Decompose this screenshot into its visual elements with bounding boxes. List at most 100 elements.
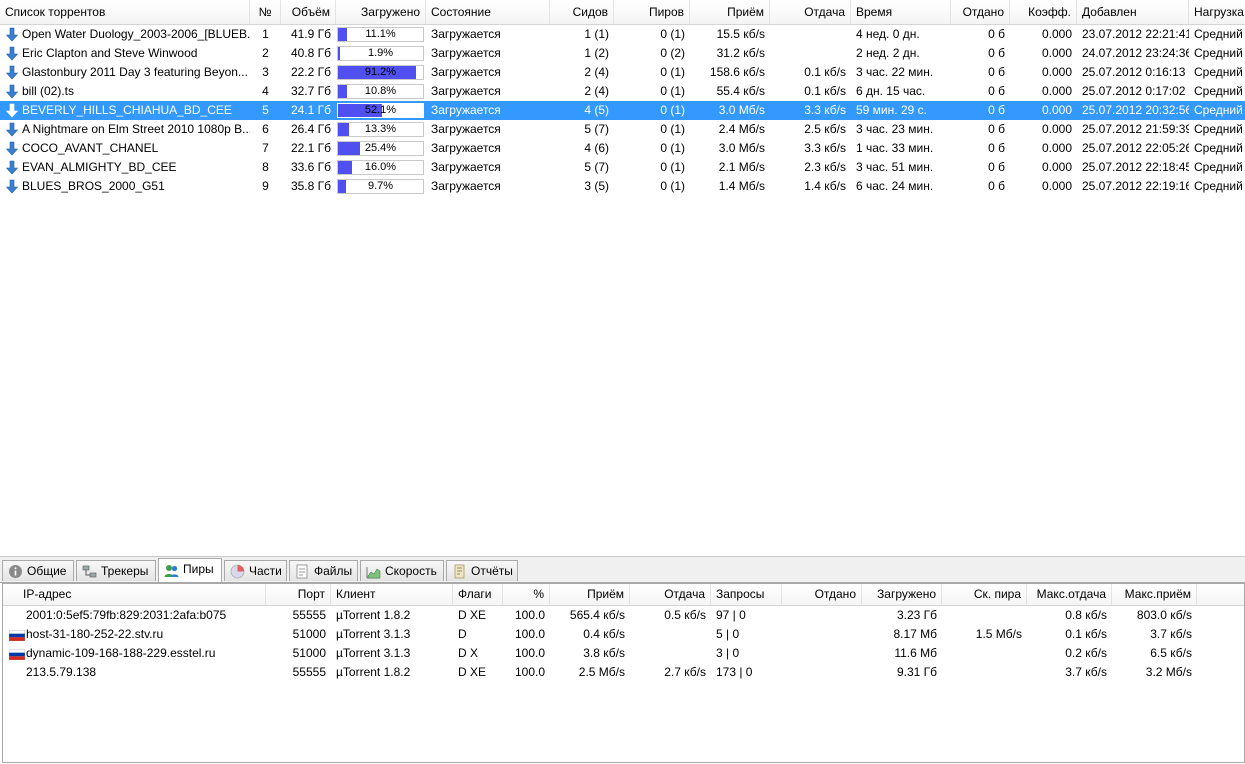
torrent-uploaded: 0 б [988, 65, 1005, 79]
torrent-peers: 0 (1) [660, 122, 685, 136]
peer-down-speed: 2.5 Мб/s [578, 665, 625, 679]
col-client[interactable]: Клиент [331, 584, 453, 605]
col-max-down[interactable]: Макс.приём [1112, 584, 1197, 605]
peer-row[interactable]: 2001:0:5ef5:79fb:829:2031:2afa:b075 55555… [3, 606, 1244, 625]
torrent-up-speed: 1.4 кб/s [804, 179, 846, 193]
torrent-status: Загружается [431, 103, 501, 117]
torrent-down-speed: 158.6 кб/s [709, 65, 765, 79]
col-name[interactable]: Список торрентов [0, 0, 250, 24]
torrent-row[interactable]: BEVERLY_HILLS_CHIAHUA_BD_CEE 5 24.1 Гб 52.1… [0, 101, 1245, 120]
col-flags[interactable]: Флаги [453, 584, 503, 605]
torrent-row[interactable]: BLUES_BROS_2000_G51 9 35.8 Гб 9.7% Загружает… [0, 177, 1245, 196]
peer-row[interactable]: host-31-180-252-22.stv.ru 51000 µTorrent 3… [3, 625, 1244, 644]
torrent-added: 23.07.2012 22:21:41 [1082, 27, 1189, 41]
torrent-row[interactable]: COCO_AVANT_CHANEL 7 22.1 Гб 25.4% Загружаетс… [0, 139, 1245, 158]
torrent-uploaded: 0 б [988, 122, 1005, 136]
progress-text: 1.9% [367, 47, 394, 59]
col-load[interactable]: Нагрузка [1189, 0, 1245, 24]
col-up[interactable]: Отдача [770, 0, 851, 24]
peer-uploaded [782, 606, 862, 625]
col-status[interactable]: Состояние [426, 0, 550, 24]
tab-label: Пиры [183, 562, 214, 576]
peer-downloaded: 8.17 Мб [893, 627, 937, 641]
torrent-name: bill (02).ts [22, 84, 75, 98]
peer-client: µTorrent 3.1.3 [336, 646, 411, 660]
col-num[interactable]: № [250, 0, 281, 24]
peer-speed [942, 644, 1027, 663]
col-eta[interactable]: Время [851, 0, 951, 24]
torrent-eta: 6 дн. 15 час. [856, 84, 926, 98]
col-peer-down[interactable]: Приём [550, 584, 630, 605]
torrent-peers: 0 (1) [660, 179, 685, 193]
torrent-row[interactable]: Eric Clapton and Steve Winwood 2 40.8 Гб 1.… [0, 44, 1245, 63]
col-size[interactable]: Объём [281, 0, 336, 24]
col-peer-uploaded[interactable]: Отдано [782, 584, 862, 605]
torrent-num: 7 [262, 141, 269, 155]
torrent-eta: 59 мин. 29 с. [856, 103, 927, 117]
tab-1[interactable]: Общие [2, 560, 74, 581]
col-max-up[interactable]: Макс.отдача [1027, 584, 1112, 605]
peer-requests: 173 | 0 [716, 665, 753, 679]
progress-bar: 52.1% [337, 103, 424, 118]
col-seeds[interactable]: Сидов [550, 0, 614, 24]
tab-7[interactable]: Отчёты [446, 560, 518, 581]
col-port[interactable]: Порт [266, 584, 331, 605]
col-peer-up[interactable]: Отдача [630, 584, 711, 605]
peer-max-up: 3.7 кб/s [1065, 665, 1107, 679]
tab-2[interactable]: Трекеры [76, 560, 156, 581]
torrent-seeds: 1 (2) [584, 46, 609, 60]
torrent-eta: 3 час. 23 мин. [856, 122, 934, 136]
torrent-row[interactable]: Open Water Duology_2003-2006_[BLUEB... 1 4… [0, 25, 1245, 44]
torrent-row[interactable]: EVAN_ALMIGHTY_BD_CEE 8 33.6 Гб 16.0% Загружа… [0, 158, 1245, 177]
peer-pct: 100.0 [514, 627, 545, 641]
col-ip[interactable]: IP-адрес [3, 584, 266, 605]
col-down[interactable]: Приём [690, 0, 770, 24]
torrent-down-speed: 55.4 кб/s [716, 84, 765, 98]
tab-5[interactable]: Файлы [289, 560, 358, 581]
torrent-seeds: 2 (4) [584, 84, 609, 98]
col-uploaded[interactable]: Отдано [951, 0, 1010, 24]
torrent-name: BEVERLY_HILLS_CHIAHUA_BD_CEE [22, 103, 232, 117]
progress-bar: 25.4% [337, 141, 424, 156]
torrent-up-speed: 0.1 кб/s [804, 84, 846, 98]
torrent-list[interactable]: Список торрентов № Объём Загружено Состо… [0, 0, 1245, 196]
col-peers[interactable]: Пиров [614, 0, 690, 24]
torrent-peers: 0 (1) [660, 141, 685, 155]
peer-up-speed: 0.5 кб/s [664, 608, 706, 622]
torrent-name: BLUES_BROS_2000_G51 [22, 179, 165, 193]
tab-3[interactable]: Пиры [158, 558, 222, 582]
peer-down-speed: 0.4 кб/s [583, 627, 625, 641]
col-added[interactable]: Добавлен [1077, 0, 1189, 24]
progress-bar: 10.8% [337, 84, 424, 99]
torrent-added: 25.07.2012 22:19:16 [1082, 179, 1189, 193]
peer-max-down: 3.2 Мб/s [1145, 665, 1192, 679]
peer-pct: 100.0 [514, 665, 545, 679]
torrent-row[interactable]: A Nightmare on Elm Street 2010 1080p B..… [0, 120, 1245, 139]
col-downloaded[interactable]: Загружено [862, 584, 942, 605]
torrent-num: 9 [262, 179, 269, 193]
peer-row[interactable]: dynamic-109-168-188-229.esstel.ru 51000 µT… [3, 644, 1244, 663]
col-pct[interactable]: % [503, 584, 550, 605]
torrent-row[interactable]: Glastonbury 2011 Day 3 featuring Beyon..… [0, 63, 1245, 82]
col-peer-speed[interactable]: Ск. пира [942, 584, 1027, 605]
peer-row[interactable]: 213.5.79.138 55555 µTorrent 1.8.2 D XE 100.0… [3, 663, 1244, 682]
torrent-size: 40.8 Гб [290, 46, 331, 60]
torrent-size: 33.6 Гб [290, 160, 331, 174]
tab-label: Части [249, 564, 282, 578]
peer-max-down: 803.0 кб/s [1136, 608, 1192, 622]
peers-panel[interactable]: IP-адрес Порт Клиент Флаги % Приём Отдач… [2, 583, 1245, 763]
col-reqs[interactable]: Запросы [711, 584, 782, 605]
torrent-status: Загружается [431, 46, 501, 60]
torrent-num: 3 [262, 65, 269, 79]
peer-flags: D [458, 627, 467, 641]
peer-client: µTorrent 1.8.2 [336, 665, 411, 679]
tab-4[interactable]: Части [224, 560, 287, 581]
users-icon [164, 565, 179, 577]
torrent-eta: 4 нед. 0 дн. [856, 27, 920, 41]
torrent-row[interactable]: bill (02).ts 4 32.7 Гб 10.8% Загружается 2 (4… [0, 82, 1245, 101]
col-done[interactable]: Загружено [336, 0, 426, 24]
peer-up-speed [630, 625, 711, 644]
tab-6[interactable]: Скорость [360, 560, 444, 581]
col-ratio[interactable]: Коэфф. [1010, 0, 1077, 24]
peer-uploaded [782, 625, 862, 644]
